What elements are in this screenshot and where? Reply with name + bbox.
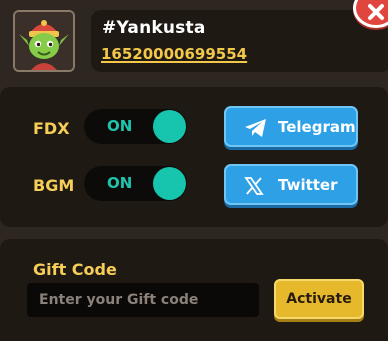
settings-screen: #Yankusta 16520000699554 FDX ON BGM ON T… [0,0,388,341]
bgm-toggle[interactable]: ON [84,166,187,201]
telegram-icon [245,119,266,137]
activate-button[interactable]: Activate [274,279,364,319]
bgm-toggle-knob [153,167,186,200]
gift-code-panel: Gift Code Activate [0,239,388,341]
username: #Yankusta [102,18,206,38]
settings-panel: FDX ON BGM ON Telegram Twitter [0,87,388,227]
fdx-toggle-state: ON [107,117,133,135]
activate-label: Activate [286,291,352,307]
fdx-label: FDX [33,119,70,138]
x-logo-icon [244,177,264,195]
bgm-label: BGM [33,176,75,195]
twitter-button[interactable]: Twitter [224,164,358,205]
telegram-button[interactable]: Telegram [224,106,358,147]
gift-code-title: Gift Code [33,260,117,279]
fdx-toggle-knob [153,110,186,143]
user-id-link[interactable]: 16520000699554 [101,45,247,63]
fdx-toggle[interactable]: ON [84,109,187,144]
profile-info: #Yankusta 16520000699554 [91,10,388,72]
bgm-toggle-state: ON [107,174,133,192]
avatar[interactable] [13,10,75,72]
telegram-label: Telegram [278,118,356,136]
gift-code-input[interactable] [27,283,259,317]
close-icon [368,4,384,20]
goblin-avatar-icon [15,12,73,70]
twitter-label: Twitter [278,176,338,194]
